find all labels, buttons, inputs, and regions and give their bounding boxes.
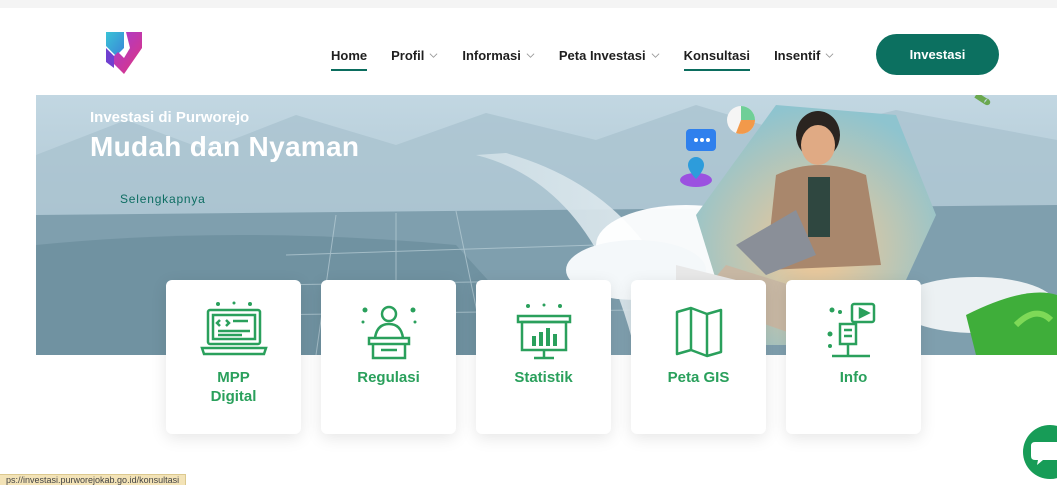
investasi-button[interactable]: Investasi xyxy=(876,34,999,75)
card-mpp-digital[interactable]: MPP Digital xyxy=(166,280,301,434)
card-label: MPP Digital xyxy=(210,369,257,405)
speaker-podium-icon xyxy=(361,305,417,360)
card-regulasi[interactable]: Regulasi xyxy=(321,280,456,434)
chevron-down-icon xyxy=(651,52,660,58)
card-label: Info xyxy=(839,369,868,386)
selengkapnya-link[interactable]: Selengkapnya xyxy=(120,192,206,206)
nav-home[interactable]: Home xyxy=(331,47,368,71)
card-label: Statistik xyxy=(514,369,573,386)
card-statistik[interactable]: Statistik xyxy=(476,280,611,434)
card-label: Peta GIS xyxy=(667,369,730,386)
chevron-down-icon xyxy=(825,52,834,58)
status-bar-url: ps://investasi.purworejokab.go.id/konsul… xyxy=(0,474,187,485)
nav-profil[interactable]: Profil xyxy=(391,48,438,65)
hero-title: Mudah dan Nyaman xyxy=(90,131,360,162)
chevron-down-icon xyxy=(429,52,438,58)
top-strip xyxy=(0,0,1057,8)
nav-label: Peta Investasi xyxy=(558,47,646,63)
nav-label: Insentif xyxy=(774,47,821,63)
nav-insentif[interactable]: Insentif xyxy=(774,48,834,65)
megaphone-video-icon xyxy=(827,302,876,358)
computer-code-icon xyxy=(200,301,268,356)
card-peta-gis[interactable]: Peta GIS xyxy=(631,280,766,434)
nav-peta-investasi[interactable]: Peta Investasi xyxy=(559,48,660,65)
card-info[interactable]: Info xyxy=(786,280,921,434)
nav-label: Profil xyxy=(391,47,425,63)
main-nav: Home Profil Informasi Peta Investasi Kon… xyxy=(331,44,858,71)
hero-subtitle: Investasi di Purworejo xyxy=(90,109,250,126)
nav-label: Home xyxy=(331,47,368,63)
card-label: Regulasi xyxy=(357,369,420,386)
nav-informasi[interactable]: Informasi xyxy=(462,48,535,65)
page: Home Profil Informasi Peta Investasi Kon… xyxy=(0,0,1057,485)
logo-icon[interactable] xyxy=(104,28,144,78)
nav-label: Informasi xyxy=(462,47,521,63)
presentation-chart-icon xyxy=(516,303,572,360)
chat-button[interactable] xyxy=(1023,425,1057,479)
folded-map-icon xyxy=(675,306,723,358)
nav-konsultasi[interactable]: Konsultasi xyxy=(683,47,751,71)
chevron-down-icon xyxy=(526,52,535,58)
chat-bubble-icon xyxy=(1031,442,1057,465)
nav-label: Konsultasi xyxy=(683,47,751,63)
